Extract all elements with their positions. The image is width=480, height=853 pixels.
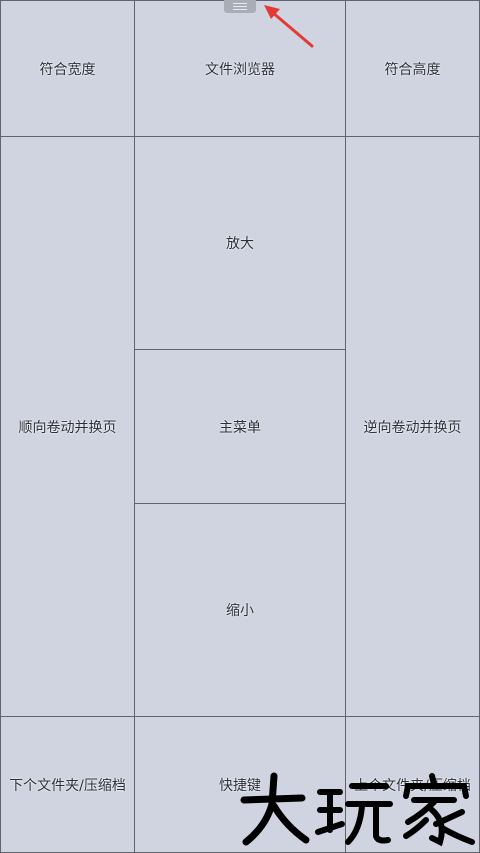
zone-main-menu-label: 主菜单 [219, 419, 261, 436]
zone-file-browser[interactable]: 文件浏览器 [134, 0, 346, 137]
zone-shortcut-label: 快捷键 [219, 777, 261, 794]
zone-fit-height[interactable]: 符合高度 [345, 0, 480, 137]
zone-fit-width-label: 符合宽度 [39, 61, 96, 78]
zone-zoom-in[interactable]: 放大 [134, 136, 346, 350]
zone-prev-folder-label: 上个文件夹/压缩档 [354, 777, 471, 794]
zone-next-folder[interactable]: 下个文件夹/压缩档 [0, 716, 135, 853]
menu-handle-icon[interactable] [224, 0, 256, 13]
zone-scroll-forward-label: 顺向卷动并换页 [18, 419, 117, 436]
zone-scroll-backward-label: 逆向卷动并换页 [363, 419, 462, 436]
zone-shortcut[interactable]: 快捷键 [134, 716, 346, 853]
zone-scroll-backward[interactable]: 逆向卷动并换页 [345, 136, 480, 717]
zone-fit-width[interactable]: 符合宽度 [0, 0, 135, 137]
zone-main-menu[interactable]: 主菜单 [134, 349, 346, 504]
zone-next-folder-label: 下个文件夹/压缩档 [9, 777, 126, 794]
zone-scroll-forward[interactable]: 顺向卷动并换页 [0, 136, 135, 717]
zone-fit-height-label: 符合高度 [384, 61, 441, 78]
zone-file-browser-label: 文件浏览器 [205, 61, 275, 78]
zone-zoom-out[interactable]: 缩小 [134, 503, 346, 717]
zone-zoom-out-label: 缩小 [226, 603, 254, 619]
zone-prev-folder[interactable]: 上个文件夹/压缩档 [345, 716, 480, 853]
tap-zone-screen: 符合宽度 文件浏览器 符合高度 顺向卷动并换页 放大 主菜单 缩小 逆向卷动并换… [0, 0, 480, 853]
zone-zoom-in-label: 放大 [226, 236, 254, 252]
